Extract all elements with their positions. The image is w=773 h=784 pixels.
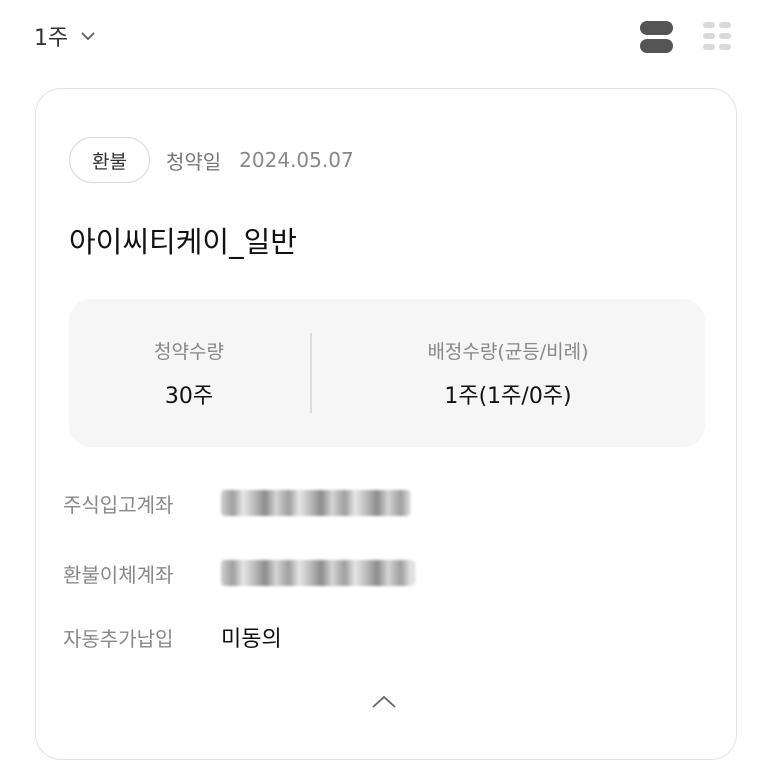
allot-qty-label: 배정수량(균등/비례) bbox=[427, 340, 589, 363]
allot-qty-column: 배정수량(균등/비례) 1주(1주/0주) bbox=[311, 299, 705, 447]
quantity-summary: 청약수량 30주 배정수량(균등/비례) 1주(1주/0주) bbox=[69, 299, 705, 447]
refund-account-masked-value bbox=[221, 560, 415, 586]
allot-qty-value: 1주(1주/0주) bbox=[444, 383, 572, 409]
stock-account-label: 주식입고계좌 bbox=[63, 492, 174, 517]
subscribe-qty-label: 청약수량 bbox=[154, 340, 224, 363]
collapse-button[interactable] bbox=[367, 687, 401, 717]
stock-name: 아이씨티케이_일반 bbox=[69, 225, 297, 259]
subscription-card[interactable]: 환불 청약일 2024.05.07 아이씨티케이_일반 청약수량 30주 배정수… bbox=[35, 88, 737, 760]
subscription-date-label: 청약일 bbox=[165, 149, 222, 174]
auto-payment-label: 자동추가납입 bbox=[63, 626, 174, 651]
period-filter-label: 1주 bbox=[34, 26, 69, 51]
stock-account-masked-value bbox=[221, 490, 411, 516]
list-view-icon[interactable] bbox=[640, 20, 674, 54]
status-row: 환불 청약일 2024.05.07 bbox=[69, 137, 354, 183]
grid-view-icon[interactable] bbox=[700, 20, 734, 54]
auto-payment-row: 자동추가납입 미동의 bbox=[63, 617, 282, 657]
auto-payment-value: 미동의 bbox=[221, 627, 282, 652]
refund-account-label: 환불이체계좌 bbox=[63, 562, 174, 587]
status-badge: 환불 bbox=[69, 137, 150, 183]
chevron-up-icon bbox=[372, 695, 396, 708]
refund-account-row: 환불이체계좌 bbox=[63, 553, 415, 593]
subscription-date: 2024.05.07 bbox=[239, 148, 354, 172]
chevron-down-icon bbox=[81, 32, 95, 41]
stock-account-row: 주식입고계좌 bbox=[63, 483, 411, 523]
subscribe-qty-value: 30주 bbox=[164, 383, 214, 409]
top-bar: 1주 bbox=[0, 0, 773, 80]
subscribe-qty-column: 청약수량 30주 bbox=[69, 299, 309, 447]
period-filter-dropdown[interactable]: 1주 bbox=[34, 20, 96, 52]
